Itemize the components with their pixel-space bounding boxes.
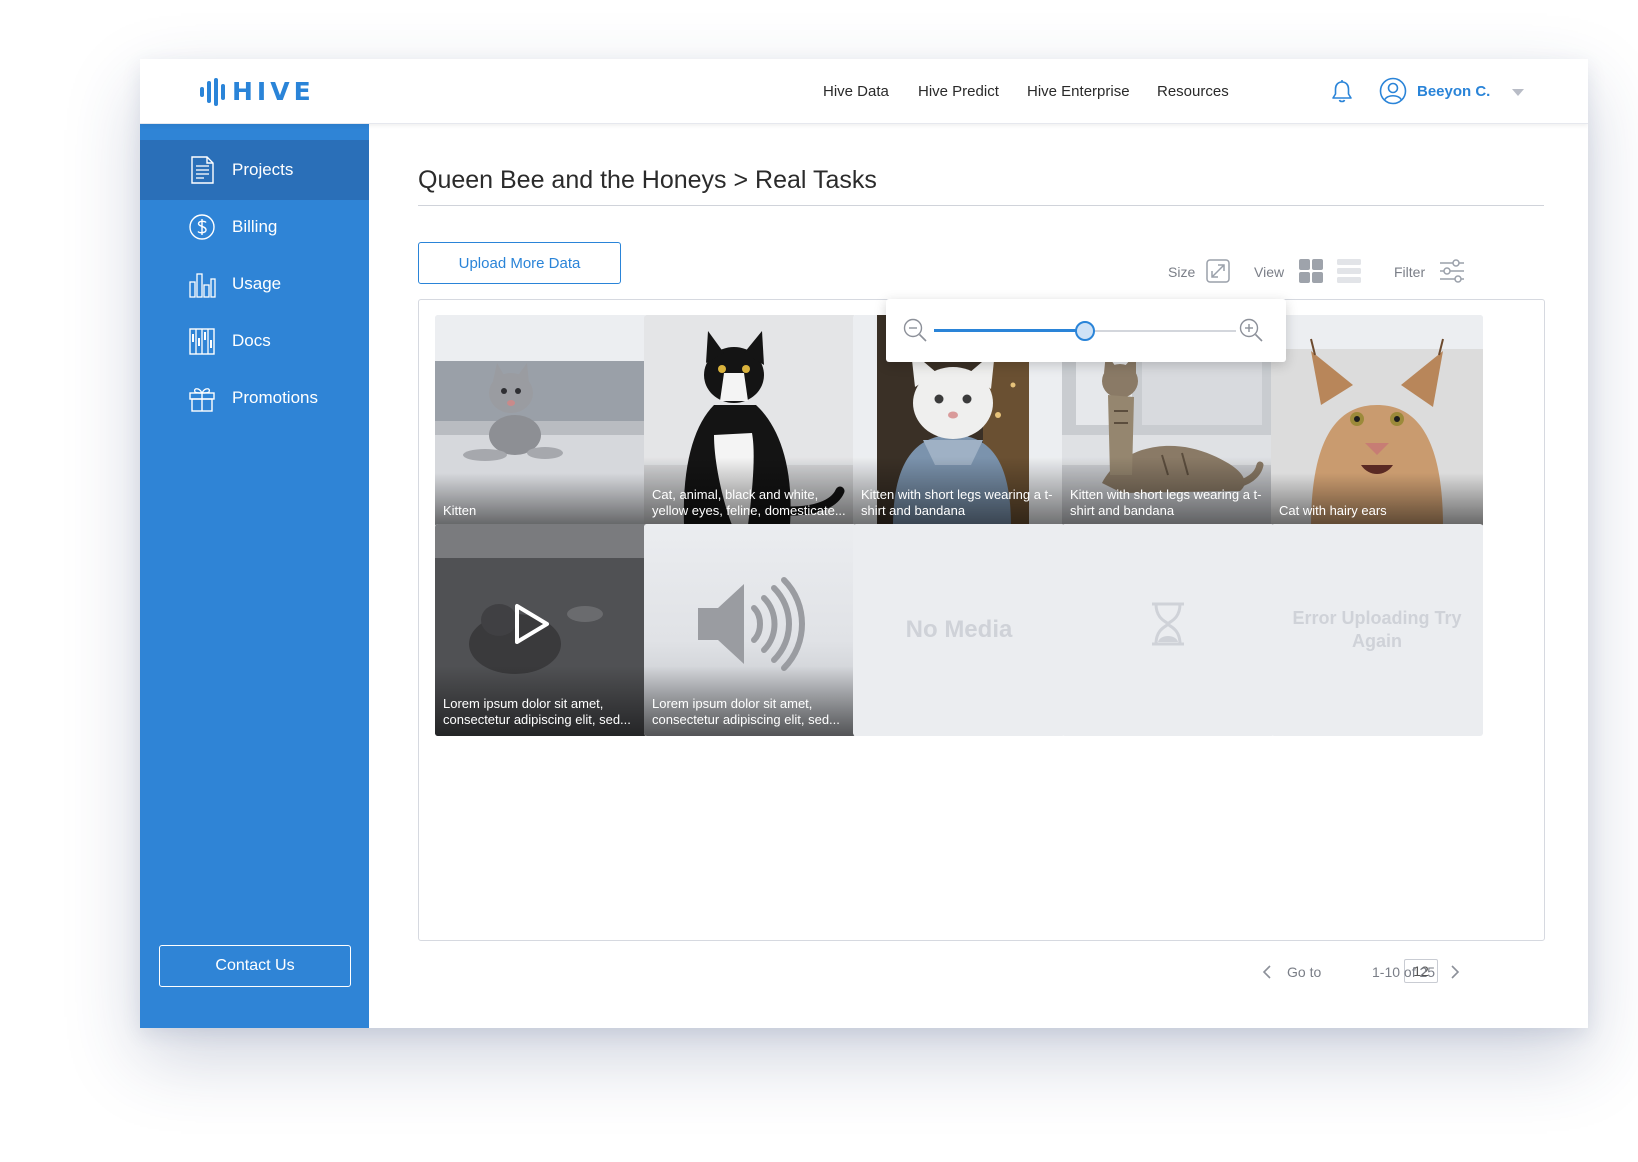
avatar[interactable] (1379, 77, 1407, 105)
title-divider (418, 205, 1544, 206)
list-view-icon[interactable] (1336, 258, 1362, 284)
bell-icon[interactable] (1330, 79, 1354, 105)
gift-icon (189, 388, 215, 412)
tile-caption: Kitten (435, 473, 647, 527)
size-label: Size (1168, 264, 1196, 280)
tile-caption: Kitten with short legs wearing a t-shirt… (853, 457, 1065, 527)
zoom-slider-handle[interactable] (1075, 321, 1095, 341)
tile-caption: Lorem ipsum dolor sit amet, consectetur … (644, 666, 856, 736)
zoom-slider-fill (934, 329, 1085, 332)
zoom-out-icon[interactable] (902, 317, 928, 343)
task-tile[interactable]: Cat with hairy ears (1271, 315, 1483, 527)
task-tile-video[interactable]: Lorem ipsum dolor sit amet, consectetur … (435, 524, 647, 736)
sidebar-item-label: Docs (232, 331, 271, 350)
sidebar-item-projects[interactable]: Projects (140, 140, 369, 200)
sidebar: Projects Billing Usage Docs Promotions C… (140, 124, 369, 1028)
task-tile[interactable]: Kitten (435, 315, 647, 527)
tile-caption: Cat, animal, black and white, yellow eye… (644, 457, 856, 527)
size-zoom-popover (886, 299, 1286, 362)
sidebar-item-docs[interactable]: Docs (140, 311, 369, 371)
zoom-in-icon[interactable] (1238, 317, 1264, 343)
hive-logo[interactable]: HIVE (200, 78, 315, 106)
chevron-right-icon[interactable] (1448, 960, 1462, 984)
task-tile[interactable]: Cat, animal, black and white, yellow eye… (644, 315, 856, 527)
sidebar-item-promotions[interactable]: Promotions (140, 368, 369, 428)
sidebar-item-label: Usage (232, 274, 282, 293)
filter-sliders-icon[interactable] (1439, 258, 1465, 284)
grid-view-icon[interactable] (1298, 258, 1324, 284)
error-upload-text[interactable]: Error Uploading Try Again (1271, 524, 1483, 736)
dollar-circle-icon (189, 214, 215, 240)
nav-resources[interactable]: Resources (1157, 82, 1229, 102)
nav-hive-enterprise[interactable]: Hive Enterprise (1027, 82, 1130, 102)
sidebar-item-label: Promotions (232, 388, 318, 407)
filter-label: Filter (1394, 264, 1426, 280)
task-tile-no-media[interactable]: No Media (853, 524, 1065, 736)
app-window: HIVE Hive Data Hive Predict Hive Enterpr… (140, 59, 1588, 1028)
expand-size-icon[interactable] (1205, 258, 1231, 284)
bar-chart-icon (189, 273, 216, 298)
document-icon (191, 156, 214, 184)
view-label: View (1254, 264, 1285, 280)
hive-logo-icon (200, 78, 225, 106)
contact-us-button[interactable]: Contact Us (159, 945, 351, 987)
tile-caption: Lorem ipsum dolor sit amet, consectetur … (435, 666, 647, 736)
upload-more-data-button[interactable]: Upload More Data (418, 242, 621, 284)
task-grid-panel: Kitten Cat, animal, black and white, yel… (418, 299, 1545, 941)
tile-caption: Cat with hairy ears (1271, 473, 1483, 527)
user-name[interactable]: Beeyon C. (1417, 82, 1490, 102)
task-tile-loading[interactable] (1062, 524, 1274, 736)
sidebar-item-usage[interactable]: Usage (140, 254, 369, 314)
breadcrumb: Queen Bee and the Honeys > Real Tasks (418, 166, 877, 194)
task-tile-error[interactable]: Error Uploading Try Again (1271, 524, 1483, 736)
page-range: 1-10 of 25 (1372, 964, 1436, 980)
nav-hive-data[interactable]: Hive Data (823, 82, 889, 102)
tile-caption: Kitten with short legs wearing a t-shirt… (1062, 457, 1274, 527)
chevron-left-icon[interactable] (1260, 960, 1274, 984)
sidebar-item-billing[interactable]: Billing (140, 197, 369, 257)
hourglass-icon (1062, 524, 1274, 736)
no-media-text: No Media (905, 616, 1013, 643)
sidebar-item-label: Billing (232, 217, 278, 236)
sidebar-item-label: Projects (232, 160, 294, 179)
top-bar: HIVE Hive Data Hive Predict Hive Enterpr… (140, 59, 1588, 124)
logo-text: HIVE (232, 77, 315, 106)
task-tile-audio[interactable]: Lorem ipsum dolor sit amet, consectetur … (644, 524, 856, 736)
chevron-down-icon[interactable] (1512, 89, 1524, 96)
goto-label: Go to (1287, 964, 1322, 980)
docs-columns-icon (189, 328, 215, 355)
nav-hive-predict[interactable]: Hive Predict (918, 82, 999, 102)
